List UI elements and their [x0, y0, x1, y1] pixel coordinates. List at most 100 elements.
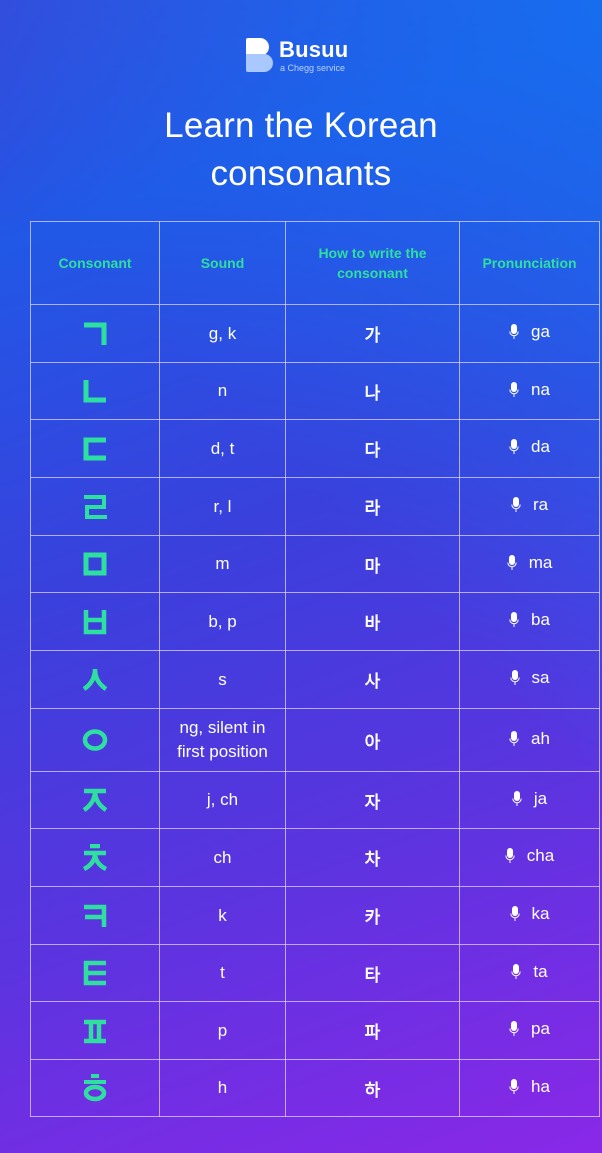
- pronunciation-text: ha: [531, 1076, 550, 1096]
- microphone-icon[interactable]: [509, 381, 519, 398]
- table-row: s 사 sa: [30, 650, 600, 709]
- syllable-cell: 파: [285, 1001, 460, 1060]
- table-row: k 카 ka: [30, 886, 600, 945]
- sound-text: h: [217, 1078, 228, 1097]
- pronunciation-cell[interactable]: ba: [459, 592, 600, 651]
- microphone-icon[interactable]: [509, 324, 519, 340]
- sound-text: b, p: [208, 611, 237, 631]
- pronunciation-cell[interactable]: da: [459, 419, 600, 478]
- sound-cell: b, p: [159, 592, 286, 651]
- sound-cell: p: [159, 1001, 286, 1060]
- microphone-icon[interactable]: [511, 963, 522, 980]
- consonant-cell: [30, 1059, 160, 1117]
- table-row: p 파 pa: [30, 1001, 600, 1060]
- consonant-glyph: [83, 437, 106, 460]
- syllable-cell: 마: [285, 535, 460, 593]
- syllable-cell: 하: [285, 1059, 460, 1117]
- consonant-cell: [30, 592, 160, 651]
- syllable-text: 자: [364, 792, 381, 812]
- consonant-glyph: [83, 552, 107, 576]
- sound-text: k: [218, 905, 227, 925]
- pronunciation-button[interactable]: pa: [509, 1019, 550, 1039]
- pronunciation-cell[interactable]: na: [459, 362, 600, 420]
- consonant-glyph: [84, 494, 107, 519]
- table-row: d, t 다 da: [30, 419, 600, 478]
- pronunciation-cell[interactable]: ra: [459, 477, 600, 536]
- microphone-icon[interactable]: [505, 848, 515, 864]
- pronunciation-cell[interactable]: sa: [459, 650, 600, 709]
- pronunciation-button[interactable]: ga: [509, 322, 550, 342]
- pronunciation-cell[interactable]: ha: [459, 1059, 600, 1117]
- pronunciation-cell[interactable]: cha: [459, 828, 600, 887]
- pronunciation-text: na: [531, 379, 550, 399]
- sound-cell: n: [159, 362, 286, 420]
- pronunciation-button[interactable]: ba: [509, 610, 550, 630]
- table-row: g, k 가 ga: [30, 304, 600, 363]
- header-sound: Sound: [159, 221, 286, 305]
- consonant-cell: [30, 828, 160, 887]
- sound-text: ch: [213, 847, 232, 867]
- pronunciation-text: ah: [531, 728, 550, 748]
- pronunciation-text: ga: [531, 322, 550, 341]
- syllable-text: 타: [364, 965, 381, 985]
- pronunciation-cell[interactable]: ka: [459, 886, 600, 945]
- syllable-cell: 타: [285, 944, 460, 1002]
- syllable-text: 하: [364, 1080, 381, 1100]
- pronunciation-cell[interactable]: ah: [459, 708, 600, 772]
- pronunciation-button[interactable]: cha: [505, 846, 554, 866]
- microphone-icon[interactable]: [509, 1078, 519, 1095]
- pronunciation-text: ja: [533, 788, 548, 808]
- pronunciation-text: sa: [531, 668, 550, 687]
- pronunciation-cell[interactable]: ja: [459, 771, 600, 829]
- consonant-cell: [30, 535, 160, 593]
- syllable-cell: 사: [285, 650, 460, 709]
- microphone-icon[interactable]: [512, 790, 522, 807]
- microphone-icon[interactable]: [509, 1021, 519, 1037]
- microphone-icon[interactable]: [509, 730, 519, 747]
- table-row: n 나 na: [30, 362, 600, 420]
- microphone-icon[interactable]: [509, 439, 519, 455]
- sound-cell: s: [159, 650, 286, 709]
- consonant-glyph: [82, 788, 108, 812]
- pronunciation-button[interactable]: ja: [512, 789, 547, 809]
- syllable-cell: 가: [285, 304, 460, 363]
- pronunciation-button[interactable]: sa: [509, 668, 550, 688]
- pronunciation-button[interactable]: ka: [509, 904, 549, 924]
- microphone-icon[interactable]: [506, 554, 517, 571]
- busuu-logo-icon: [246, 38, 273, 72]
- pronunciation-button[interactable]: da: [509, 437, 550, 457]
- pronunciation-button[interactable]: na: [509, 380, 550, 400]
- consonant-glyph: [83, 1074, 107, 1102]
- pronunciation-button[interactable]: ma: [506, 553, 552, 573]
- consonant-cell: [30, 419, 160, 478]
- pronunciation-button[interactable]: ta: [511, 962, 548, 982]
- header-pronunciation: Pronunciation: [459, 221, 600, 305]
- consonants-table: Consonant Sound How to write the consona…: [30, 221, 600, 1117]
- pronunciation-cell[interactable]: pa: [459, 1001, 600, 1060]
- syllable-cell: 바: [285, 592, 460, 651]
- pronunciation-cell[interactable]: ga: [459, 304, 600, 363]
- microphone-icon[interactable]: [509, 612, 519, 628]
- consonant-cell: [30, 944, 160, 1002]
- consonant-glyph: [84, 1019, 106, 1043]
- pronunciation-button[interactable]: ra: [511, 495, 548, 515]
- microphone-icon[interactable]: [509, 906, 520, 922]
- sound-cell: h: [159, 1059, 286, 1117]
- sound-text: d, t: [210, 438, 235, 458]
- consonant-glyph: [83, 960, 106, 986]
- pronunciation-cell[interactable]: ta: [459, 944, 600, 1002]
- consonant-cell: [30, 708, 160, 772]
- pronunciation-text: cha: [526, 846, 555, 865]
- pronunciation-button[interactable]: ha: [509, 1077, 550, 1097]
- syllable-text: 카: [364, 908, 381, 927]
- syllable-text: 라: [364, 499, 381, 518]
- sound-text: t: [220, 963, 225, 982]
- sound-cell: ng, silent in first position: [159, 708, 286, 772]
- title-line-2: consonants: [210, 154, 392, 193]
- consonant-cell: [30, 650, 160, 709]
- microphone-icon[interactable]: [511, 497, 521, 513]
- microphone-icon[interactable]: [509, 670, 520, 686]
- pronunciation-button[interactable]: ah: [509, 729, 550, 749]
- consonant-cell: [30, 1001, 160, 1060]
- pronunciation-cell[interactable]: ma: [459, 535, 600, 593]
